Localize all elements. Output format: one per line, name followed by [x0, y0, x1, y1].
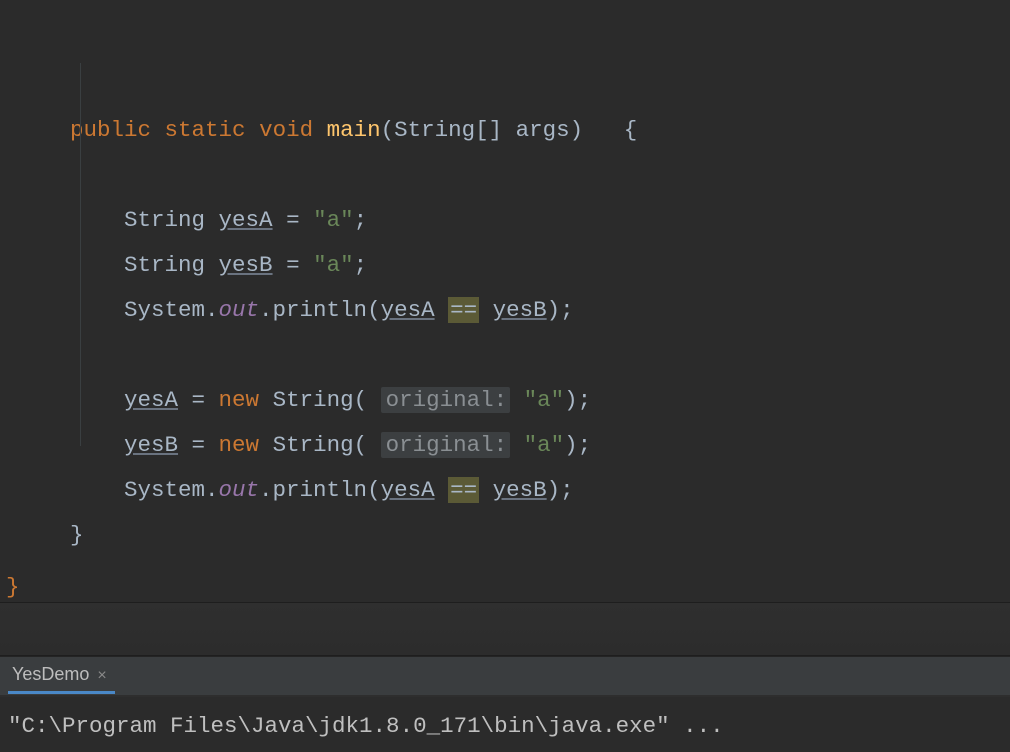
console-command: "C:\Program Files\Java\jdk1.8.0_171\bin\…	[8, 713, 724, 739]
string-literal-a3: "a"	[524, 387, 565, 413]
arg-yesB: yesB	[493, 297, 547, 323]
keyword-static: static	[165, 117, 246, 143]
var-yesA-assign: yesA	[124, 387, 178, 413]
semi: ;	[354, 207, 368, 233]
paren-close: )	[570, 117, 584, 143]
panel-separator	[0, 602, 1010, 656]
run-tab-row: YesDemo ×	[0, 656, 1010, 697]
var-yesB-decl: yesB	[219, 252, 273, 278]
method-main: main	[327, 117, 381, 143]
var-yesA-decl: yesA	[219, 207, 273, 233]
var-yesB-assign: yesB	[124, 432, 178, 458]
new-string-open: String(	[259, 432, 381, 458]
close-paren-semi: );	[547, 297, 574, 323]
indent-guide	[80, 63, 81, 446]
brace-open: {	[624, 117, 638, 143]
assign: =	[273, 252, 314, 278]
operator-eqeq: ==	[448, 297, 479, 323]
out-field: out	[219, 297, 260, 323]
println-open: .println(	[259, 297, 381, 323]
run-tab-label: YesDemo	[12, 664, 89, 685]
close-paren-semi: );	[564, 432, 591, 458]
operator-eqeq: ==	[448, 477, 479, 503]
outer-brace-close: }	[0, 572, 1010, 602]
arg-yesA: yesA	[381, 477, 435, 503]
arg-yesB: yesB	[493, 477, 547, 503]
close-icon[interactable]: ×	[97, 668, 106, 684]
code-editor[interactable]: public static void main(String[] args) {…	[0, 0, 1010, 576]
keyword-new: new	[219, 432, 260, 458]
type-string: String	[124, 207, 205, 233]
param-type: String[] args	[394, 117, 570, 143]
paren-open: (	[381, 117, 395, 143]
close-paren-semi: );	[547, 477, 574, 503]
keyword-void: void	[259, 117, 313, 143]
println-open: .println(	[259, 477, 381, 503]
type-string: String	[124, 252, 205, 278]
assign: =	[273, 207, 314, 233]
assign: =	[178, 432, 219, 458]
semi: ;	[354, 252, 368, 278]
console-output[interactable]: "C:\Program Files\Java\jdk1.8.0_171\bin\…	[0, 697, 1010, 752]
keyword-public: public	[70, 117, 151, 143]
string-literal-a1: "a"	[313, 207, 354, 233]
system-call: System.	[124, 477, 219, 503]
param-hint-original: original:	[381, 432, 511, 458]
close-paren-semi: );	[564, 387, 591, 413]
keyword-new: new	[219, 387, 260, 413]
out-field: out	[219, 477, 260, 503]
brace-close: }	[70, 522, 84, 548]
string-literal-a2: "a"	[313, 252, 354, 278]
run-tab-yesdemo[interactable]: YesDemo ×	[8, 660, 115, 694]
param-hint-original: original:	[381, 387, 511, 413]
string-literal-a4: "a"	[524, 432, 565, 458]
system-call: System.	[124, 297, 219, 323]
arg-yesA: yesA	[381, 297, 435, 323]
assign: =	[178, 387, 219, 413]
new-string-open: String(	[259, 387, 381, 413]
